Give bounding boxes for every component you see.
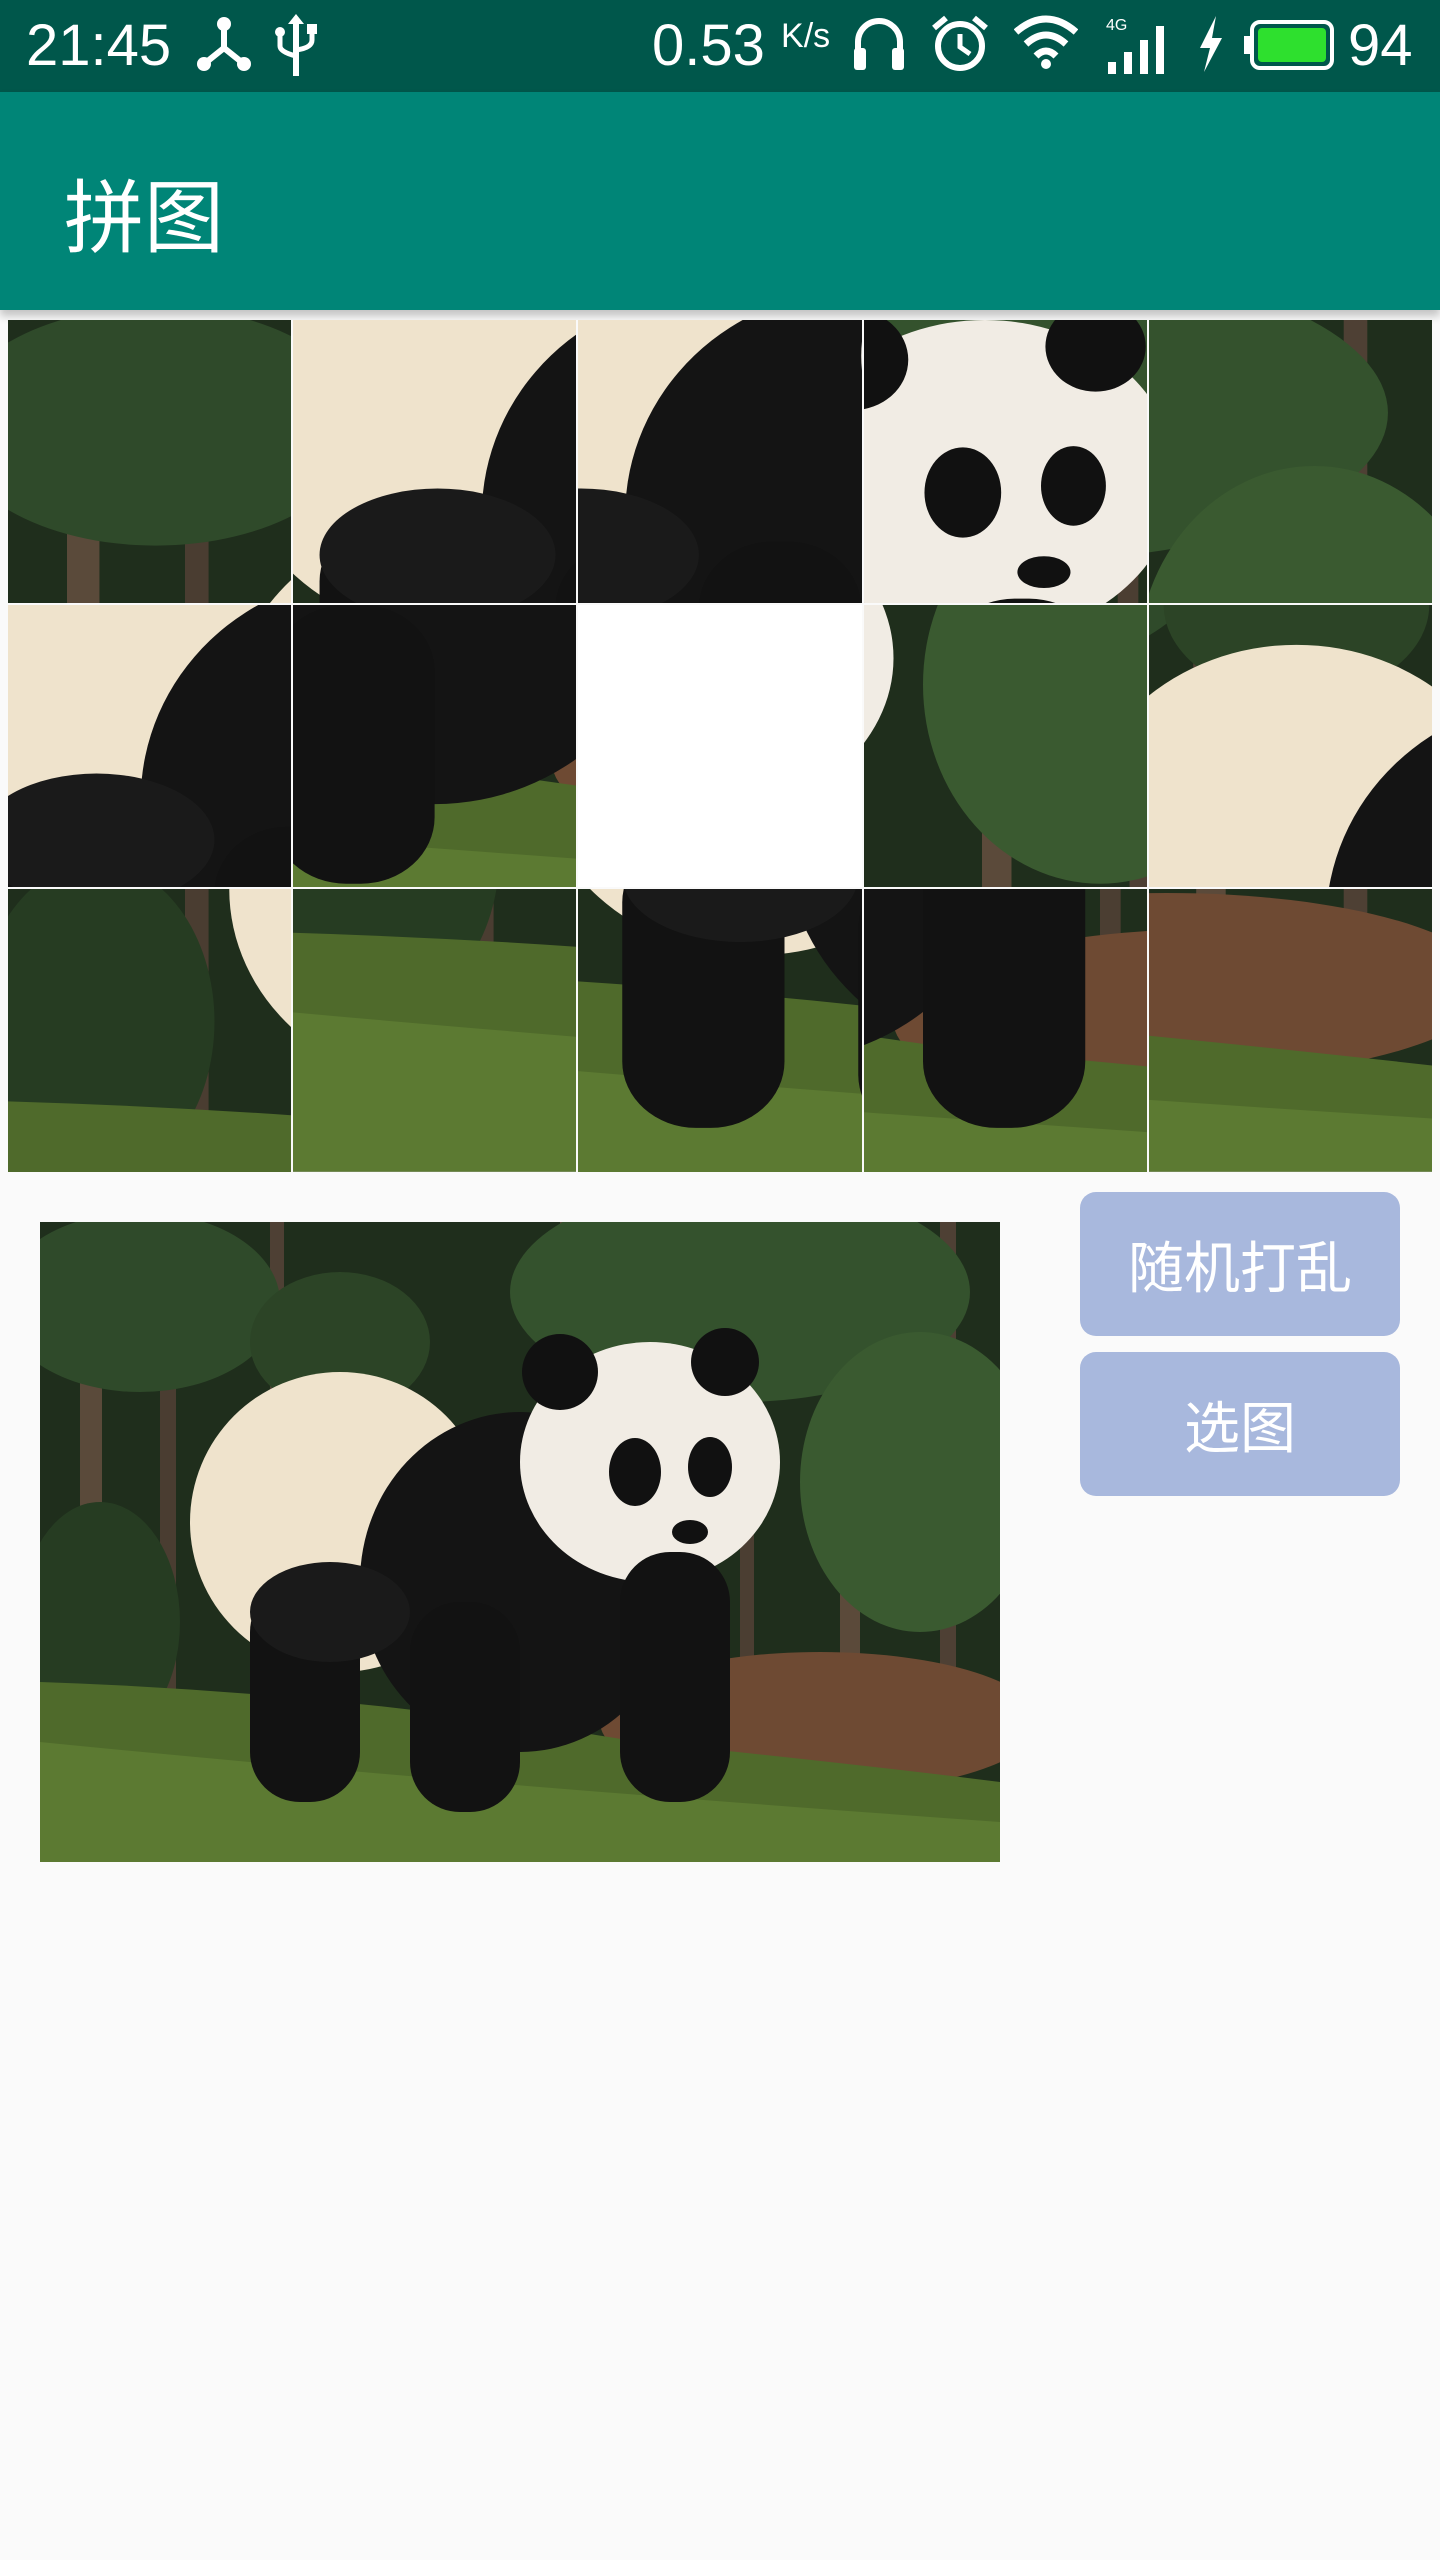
charging-icon	[1200, 16, 1222, 72]
puzzle-tile[interactable]	[1148, 889, 1432, 1172]
puzzle-tile[interactable]	[578, 320, 862, 603]
battery-icon	[1244, 20, 1334, 70]
wifi-icon	[1014, 15, 1078, 69]
share-icon	[197, 17, 251, 71]
app-bar: 拼图	[0, 92, 1440, 310]
puzzle-tile[interactable]	[863, 320, 1147, 603]
reference-image	[40, 1222, 1000, 1862]
puzzle-tile[interactable]	[1148, 320, 1432, 603]
network-type-label: 4G	[1106, 17, 1127, 34]
shuffle-button[interactable]: 随机打乱	[1080, 1192, 1400, 1336]
puzzle-tile[interactable]	[293, 889, 577, 1172]
puzzle-tile[interactable]	[1148, 604, 1432, 888]
puzzle-tile[interactable]	[578, 889, 862, 1172]
headphones-icon	[854, 18, 904, 70]
empty-tile[interactable]	[578, 604, 862, 888]
network-speed: 0.53 K/s	[652, 13, 831, 78]
status-bar: 21:45 0.53 K/s 4G 94	[0, 0, 1440, 92]
puzzle-tile[interactable]	[293, 604, 577, 888]
page-title: 拼图	[64, 172, 224, 265]
puzzle-tile[interactable]	[8, 604, 292, 888]
select-image-button[interactable]: 选图	[1080, 1352, 1400, 1496]
puzzle-tile[interactable]	[863, 604, 1147, 888]
battery-percent: 94	[1348, 13, 1413, 78]
puzzle-tile[interactable]	[293, 320, 577, 603]
usb-icon	[275, 14, 317, 76]
puzzle-tile[interactable]	[863, 889, 1147, 1172]
puzzle-tile[interactable]	[8, 889, 292, 1172]
puzzle-board	[8, 320, 1432, 1172]
alarm-icon	[932, 15, 988, 71]
status-time: 21:45	[26, 13, 172, 78]
puzzle-tile[interactable]	[8, 320, 292, 603]
signal-icon: 4G	[1106, 17, 1164, 74]
